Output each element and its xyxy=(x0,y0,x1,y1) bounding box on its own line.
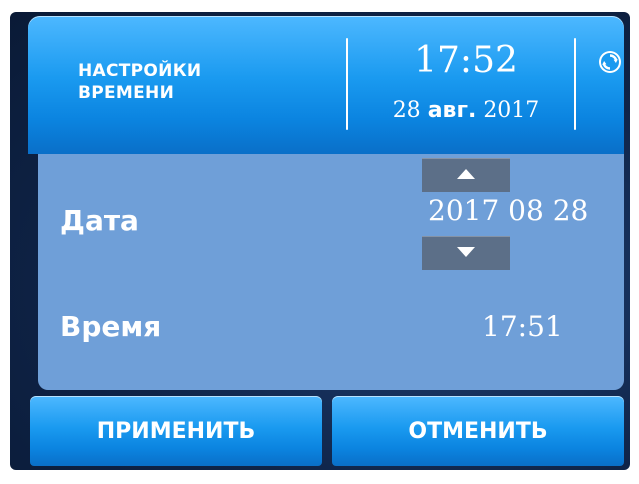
date-value[interactable]: 2017 08 28 xyxy=(428,194,588,227)
current-date-day: 28 xyxy=(392,98,421,123)
header-divider-right xyxy=(574,38,576,130)
settings-panel: Дата 2017 08 28 Время 17:51 xyxy=(38,154,624,390)
apply-button[interactable]: ПРИМЕНИТЬ xyxy=(30,396,322,466)
header-divider-left xyxy=(346,38,348,130)
cancel-button[interactable]: ОТМЕНИТЬ xyxy=(332,396,624,466)
refresh-icon[interactable] xyxy=(598,50,622,74)
date-decrease-button[interactable] xyxy=(422,236,510,270)
title-line-2: ВРЕМЕНИ xyxy=(78,83,175,103)
current-date-month: авг. xyxy=(427,98,477,123)
arrow-down-icon xyxy=(457,247,475,257)
title-line-1: НАСТРОЙКИ xyxy=(78,61,202,81)
header-bar: НАСТРОЙКИ ВРЕМЕНИ 17:52 28 авг. 2017 xyxy=(28,16,624,154)
date-day[interactable]: 28 xyxy=(553,194,589,227)
current-time: 17:52 xyxy=(414,40,518,81)
date-increase-button[interactable] xyxy=(422,158,510,192)
page-title: НАСТРОЙКИ ВРЕМЕНИ xyxy=(78,60,278,104)
arrow-up-icon xyxy=(457,169,475,179)
date-month[interactable]: 08 xyxy=(508,194,544,227)
current-date-year: 2017 xyxy=(483,98,540,123)
date-year[interactable]: 2017 xyxy=(428,194,499,227)
device-screen: НАСТРОЙКИ ВРЕМЕНИ 17:52 28 авг. 2017 Дат… xyxy=(10,12,630,470)
time-value[interactable]: 17:51 xyxy=(482,310,563,343)
current-date: 28 авг. 2017 xyxy=(358,98,574,123)
time-label: Время xyxy=(60,310,162,343)
date-label: Дата xyxy=(60,204,139,237)
